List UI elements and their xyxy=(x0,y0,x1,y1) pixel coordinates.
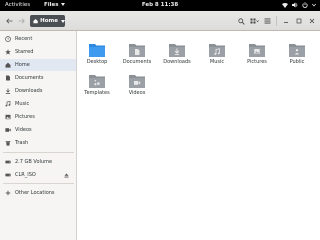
downloads-folder-icon xyxy=(169,44,185,57)
sidebar-item-home[interactable]: Home xyxy=(0,59,76,71)
documents-folder-icon xyxy=(129,44,145,57)
document-icon xyxy=(6,75,10,81)
maximize-button[interactable] xyxy=(293,15,305,27)
network-icon xyxy=(282,2,288,8)
separator xyxy=(276,16,277,26)
activities-button[interactable]: Activities xyxy=(5,2,30,8)
sidebar-item-clr-iso[interactable]: CLR_ISO xyxy=(0,169,76,181)
volume-icon xyxy=(292,2,298,8)
sidebar-item-label: Documents xyxy=(15,75,44,81)
folder-label: Desktop xyxy=(86,59,108,65)
sidebar-item-label: Pictures xyxy=(15,114,35,120)
sidebar-item-label: Videos xyxy=(15,127,32,133)
folder-label: Downloads xyxy=(163,59,191,65)
folder-label: Documents xyxy=(122,59,152,65)
header-actions xyxy=(235,15,318,27)
chevron-down-icon xyxy=(312,2,316,8)
folder-music[interactable]: Music xyxy=(197,43,237,65)
folder-templates[interactable]: Templates xyxy=(77,74,117,96)
app-menu-label: Files xyxy=(44,2,59,8)
download-icon xyxy=(5,88,11,94)
music-folder-icon xyxy=(209,44,225,57)
templates-folder-icon xyxy=(89,75,105,88)
places-sidebar: Recent Starred Home Documents Downloads … xyxy=(0,31,77,240)
trash-icon xyxy=(5,141,11,146)
menu-button[interactable] xyxy=(261,15,273,27)
sidebar-item-downloads[interactable]: Downloads xyxy=(0,85,76,97)
sidebar-item-label: 2.7 GB Volume xyxy=(15,159,53,165)
hamburger-icon xyxy=(264,18,270,24)
back-button[interactable] xyxy=(3,15,15,27)
folder-pictures[interactable]: Pictures xyxy=(237,43,277,65)
sidebar-item-starred[interactable]: Starred xyxy=(0,46,76,58)
sidebar-item-trash[interactable]: Trash xyxy=(0,137,76,149)
search-button[interactable] xyxy=(235,15,247,27)
sidebar-item-label: CLR_ISO xyxy=(15,172,36,178)
sidebar-item-videos[interactable]: Videos xyxy=(0,124,76,136)
path-label: Home xyxy=(40,18,58,24)
folder-videos[interactable]: Videos xyxy=(117,74,157,96)
music-icon xyxy=(5,101,11,107)
video-icon xyxy=(5,128,11,132)
picture-icon xyxy=(5,114,11,120)
sidebar-item-pictures[interactable]: Pictures xyxy=(0,111,76,123)
star-icon xyxy=(5,49,11,55)
sidebar-item-recent[interactable]: Recent xyxy=(0,33,76,45)
pictures-folder-icon xyxy=(249,44,265,57)
folder-desktop[interactable]: Desktop xyxy=(77,43,117,65)
minimize-button[interactable] xyxy=(280,15,292,27)
search-icon xyxy=(237,17,245,25)
app-menu-button[interactable]: Files xyxy=(44,2,65,8)
sidebar-item-label: Downloads xyxy=(15,88,43,94)
files-window: Home Recent Starred Home Documents Downl… xyxy=(0,11,320,240)
sidebar-item-label: Music xyxy=(15,101,30,107)
view-options-button[interactable] xyxy=(248,15,260,27)
clock-icon xyxy=(5,36,11,42)
sidebar-item-label: Trash xyxy=(15,140,29,146)
desktop-folder-icon xyxy=(89,44,105,57)
chevron-down-icon xyxy=(60,3,65,6)
status-area[interactable] xyxy=(282,2,316,8)
arrow-right-icon xyxy=(18,18,25,24)
sidebar-separator xyxy=(3,183,74,184)
public-folder-icon xyxy=(289,44,305,57)
minimize-icon xyxy=(284,22,288,23)
view-options-icon xyxy=(250,18,259,23)
top-bar: Activities Files Feb 8 11:38 xyxy=(0,0,320,11)
folder-label: Music xyxy=(209,59,225,65)
sidebar-item-label: Home xyxy=(15,62,30,68)
folder-label: Videos xyxy=(128,90,146,96)
close-button[interactable] xyxy=(306,15,318,27)
home-icon xyxy=(33,18,38,24)
header-bar: Home xyxy=(0,11,320,31)
sidebar-item-other-locations[interactable]: Other Locations xyxy=(0,187,76,199)
folder-public[interactable]: Public xyxy=(277,43,317,65)
path-bar-home[interactable]: Home xyxy=(30,15,65,27)
sidebar-separator xyxy=(3,152,74,153)
forward-button[interactable] xyxy=(15,15,27,27)
files-icon-view: Desktop Documents Downloads Music Pictur… xyxy=(77,31,320,240)
sidebar-item-label: Recent xyxy=(15,36,33,42)
power-icon xyxy=(302,2,308,8)
sidebar-item-label: Starred xyxy=(15,49,34,55)
videos-folder-icon xyxy=(129,75,145,88)
drive-icon xyxy=(5,160,11,164)
home-icon xyxy=(5,62,11,68)
folder-label: Pictures xyxy=(247,59,267,65)
drive-icon xyxy=(5,173,11,177)
sidebar-item-documents[interactable]: Documents xyxy=(0,72,76,84)
sidebar-item-volume[interactable]: 2.7 GB Volume xyxy=(0,156,76,168)
plus-icon xyxy=(5,190,11,196)
eject-icon[interactable] xyxy=(64,173,69,178)
maximize-icon xyxy=(296,18,302,24)
folder-label: Templates xyxy=(84,90,110,96)
close-icon xyxy=(309,18,315,24)
sidebar-item-music[interactable]: Music xyxy=(0,98,76,110)
folder-downloads[interactable]: Downloads xyxy=(157,43,197,65)
arrow-left-icon xyxy=(5,18,12,24)
sidebar-item-label: Other Locations xyxy=(15,190,55,196)
chevron-down-icon xyxy=(61,19,65,23)
folder-documents[interactable]: Documents xyxy=(117,43,157,65)
folder-label: Public xyxy=(289,59,305,65)
